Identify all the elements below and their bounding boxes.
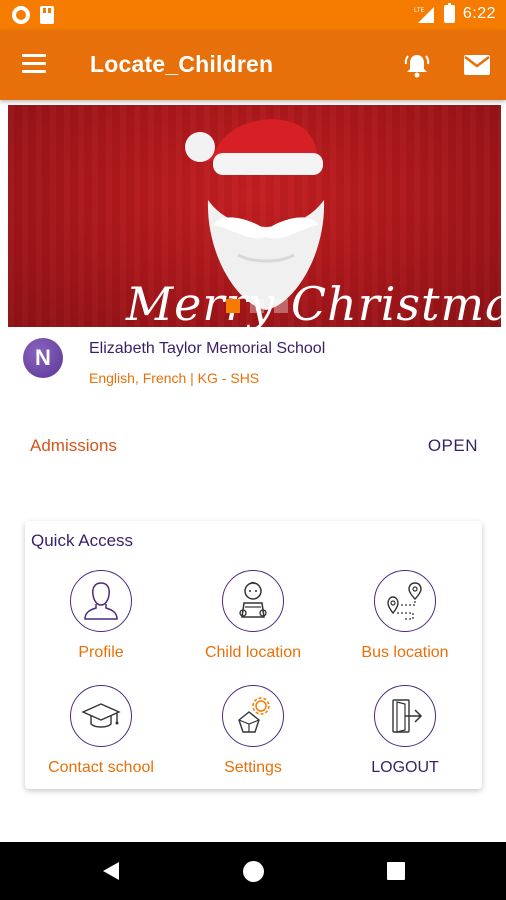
- admissions-label: Admissions: [30, 436, 117, 455]
- bus-location-label: Bus location: [361, 644, 449, 661]
- child-location-label: Child location: [204, 644, 302, 661]
- carousel-dot[interactable]: [250, 299, 264, 313]
- settings-gear-icon: [222, 685, 284, 747]
- route-pin-icon: [374, 570, 436, 632]
- alarm-bell-icon[interactable]: [402, 50, 432, 80]
- app-bar: Locate_Children: [0, 30, 506, 100]
- back-icon[interactable]: [101, 861, 121, 881]
- banner-greeting: Merry Christmas: [126, 277, 501, 327]
- contact-school-label: Contact school: [48, 759, 154, 776]
- admissions-status: OPEN: [427, 436, 478, 455]
- lte-signal-icon: LTE: [414, 5, 436, 23]
- quick-access-card: Quick Access Profile Child location Bus …: [25, 521, 482, 789]
- status-bar: LTE 6:22: [0, 0, 506, 30]
- user-icon: [70, 570, 132, 632]
- quick-access-contact-school[interactable]: Contact school: [26, 685, 176, 777]
- system-nav-bar: [0, 842, 506, 900]
- carousel-dot[interactable]: [274, 299, 288, 313]
- baby-icon: [222, 570, 284, 632]
- quick-access-child-location[interactable]: Child location: [178, 570, 328, 662]
- school-name: Elizabeth Taylor Memorial School: [89, 340, 326, 357]
- logout-label: LOGOUT: [371, 759, 439, 776]
- settings-label: Settings: [224, 759, 282, 776]
- quick-access-settings[interactable]: Settings: [178, 685, 328, 777]
- home-icon[interactable]: [243, 861, 264, 882]
- quick-access-bus-location[interactable]: Bus location: [330, 570, 480, 662]
- notification-circle-icon: [12, 6, 30, 24]
- sd-card-icon: [40, 6, 54, 24]
- promo-banner[interactable]: Merry Christmas: [8, 105, 501, 327]
- logout-icon: [374, 685, 436, 747]
- app-title: Locate_Children: [90, 51, 274, 77]
- carousel-dot[interactable]: [226, 299, 240, 313]
- svg-text:LTE: LTE: [414, 8, 425, 14]
- school-meta: English, French | KG - SHS: [89, 370, 260, 386]
- profile-label: Profile: [78, 644, 124, 661]
- status-time: 6:22: [462, 5, 496, 22]
- quick-access-logout[interactable]: LOGOUT: [330, 685, 480, 777]
- carousel-indicator: [226, 299, 288, 313]
- mail-icon[interactable]: [462, 52, 492, 78]
- graduation-cap-icon: [70, 685, 132, 747]
- quick-access-title: Quick Access: [31, 531, 134, 550]
- school-avatar[interactable]: N: [23, 338, 63, 378]
- recent-apps-icon[interactable]: [387, 862, 405, 880]
- menu-icon[interactable]: [22, 54, 48, 76]
- battery-icon: [443, 3, 455, 23]
- quick-access-profile[interactable]: Profile: [26, 570, 176, 662]
